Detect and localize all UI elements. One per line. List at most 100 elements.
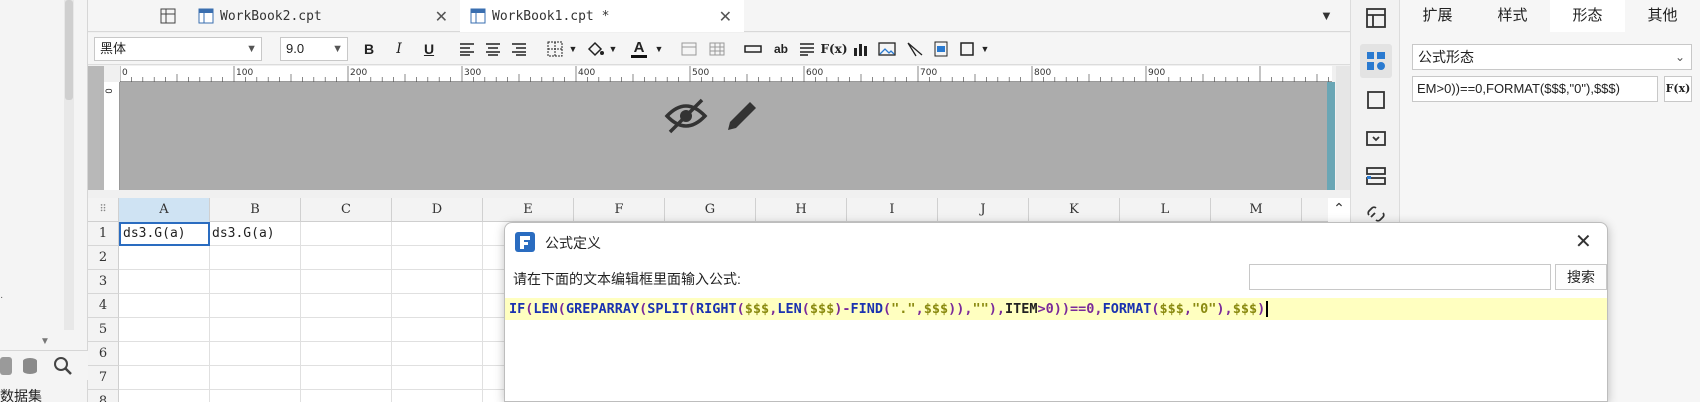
- slash-cell-icon[interactable]: [904, 38, 926, 60]
- cell-d1[interactable]: [392, 222, 483, 246]
- column-header-k[interactable]: K: [1029, 198, 1120, 222]
- text-icon[interactable]: ab: [770, 38, 792, 60]
- cell-c1[interactable]: [301, 222, 392, 246]
- cell-b8[interactable]: [210, 390, 301, 402]
- cell-c7[interactable]: [301, 366, 392, 390]
- column-header-b[interactable]: B: [210, 198, 301, 222]
- cell-d3[interactable]: [392, 270, 483, 294]
- chevron-down-icon[interactable]: ▼: [974, 38, 996, 60]
- chevron-down-icon[interactable]: ▼: [562, 38, 584, 60]
- cell-element-icon[interactable]: [1364, 6, 1388, 30]
- cell-c5[interactable]: [301, 318, 392, 342]
- cell-b1[interactable]: ds3.G(a): [210, 222, 301, 246]
- chart-icon[interactable]: [850, 38, 872, 60]
- tab-list-icon[interactable]: ▼: [1320, 8, 1333, 23]
- row-header-3[interactable]: 3: [88, 270, 119, 294]
- cell-a1[interactable]: ds3.G(a): [119, 222, 210, 246]
- grid-icon[interactable]: [160, 8, 176, 24]
- column-header-j[interactable]: J: [938, 198, 1029, 222]
- font-family-select[interactable]: 黑体 ▼: [94, 37, 262, 61]
- cell-b7[interactable]: [210, 366, 301, 390]
- cell-d4[interactable]: [392, 294, 483, 318]
- row-header-1[interactable]: 1: [88, 222, 119, 246]
- search-icon[interactable]: [52, 355, 74, 377]
- column-header-e[interactable]: E: [483, 198, 574, 222]
- column-header-g[interactable]: G: [665, 198, 756, 222]
- cell-b2[interactable]: [210, 246, 301, 270]
- dialog-titlebar[interactable]: 公式定义 ✕: [505, 223, 1607, 261]
- row-header-7[interactable]: 7: [88, 366, 119, 390]
- underline-button[interactable]: U: [418, 38, 440, 60]
- design-scrollbar[interactable]: [1336, 66, 1350, 190]
- tab-style[interactable]: 样式: [1475, 0, 1550, 32]
- paragraph-icon[interactable]: [796, 38, 818, 60]
- font-color-icon[interactable]: A: [628, 38, 650, 60]
- shape-formula-input[interactable]: EM>0))==0,FORMAT($$$,"0"),$$$): [1412, 76, 1658, 102]
- row-header-4[interactable]: 4: [88, 294, 119, 318]
- column-header-i[interactable]: I: [847, 198, 938, 222]
- cell-b5[interactable]: [210, 318, 301, 342]
- cell-a5[interactable]: [119, 318, 210, 342]
- cell-a6[interactable]: [119, 342, 210, 366]
- column-header-f[interactable]: F: [574, 198, 665, 222]
- column-header-a[interactable]: A: [119, 198, 210, 222]
- cell-d5[interactable]: [392, 318, 483, 342]
- condition-attribute-icon[interactable]: [1364, 164, 1388, 188]
- column-header-d[interactable]: D: [392, 198, 483, 222]
- column-header-l[interactable]: L: [1120, 198, 1211, 222]
- row-header-6[interactable]: 6: [88, 342, 119, 366]
- cell-d2[interactable]: [392, 246, 483, 270]
- sub-report-icon[interactable]: [930, 38, 952, 60]
- left-splitter-arrow[interactable]: ▼: [40, 336, 60, 350]
- tab-expand[interactable]: 扩展: [1400, 0, 1475, 32]
- cell-d6[interactable]: [392, 342, 483, 366]
- select-all-corner[interactable]: ⠿: [88, 198, 119, 222]
- scroll-up-icon[interactable]: ⌃: [1330, 200, 1348, 220]
- italic-button[interactable]: I: [388, 38, 410, 60]
- column-header-c[interactable]: C: [301, 198, 392, 222]
- cell-c6[interactable]: [301, 342, 392, 366]
- merge-cells-icon[interactable]: [678, 38, 700, 60]
- bold-button[interactable]: B: [358, 38, 380, 60]
- column-header-m[interactable]: M: [1211, 198, 1302, 222]
- left-panel-scrollbar[interactable]: [64, 0, 74, 330]
- split-cells-icon[interactable]: [706, 38, 728, 60]
- edit-pencil-icon[interactable]: [722, 96, 762, 136]
- widget-settings-icon[interactable]: [1364, 88, 1388, 112]
- row-header-8[interactable]: 8: [88, 390, 119, 402]
- scroll-thumb[interactable]: [65, 0, 73, 100]
- tab-workbook1[interactable]: WorkBook1.cpt * ✕: [460, 0, 744, 32]
- cell-c4[interactable]: [301, 294, 392, 318]
- cell-a3[interactable]: [119, 270, 210, 294]
- tab-other[interactable]: 其他: [1625, 0, 1700, 32]
- hide-eye-icon[interactable]: [664, 96, 708, 136]
- cell-b3[interactable]: [210, 270, 301, 294]
- cell-c2[interactable]: [301, 246, 392, 270]
- cell-a2[interactable]: [119, 246, 210, 270]
- shape-type-select[interactable]: 公式形态 ⌄: [1412, 44, 1692, 70]
- cell-d8[interactable]: [392, 390, 483, 402]
- close-icon[interactable]: ✕: [719, 7, 732, 26]
- cell-c3[interactable]: [301, 270, 392, 294]
- cell-a4[interactable]: [119, 294, 210, 318]
- dataset-tab-label[interactable]: 数据集: [0, 386, 42, 402]
- cell-a8[interactable]: [119, 390, 210, 402]
- edit-formula-button[interactable]: F(x): [1664, 76, 1692, 102]
- chevron-down-icon[interactable]: ▼: [648, 38, 670, 60]
- align-right-icon[interactable]: [508, 38, 530, 60]
- column-header-h[interactable]: H: [756, 198, 847, 222]
- formula-icon[interactable]: F(x): [820, 38, 847, 60]
- image-icon[interactable]: [876, 38, 898, 60]
- tab-workbook2[interactable]: WorkBook2.cpt ✕: [188, 0, 460, 32]
- dataset-icon-a[interactable]: [0, 357, 12, 375]
- cell-b4[interactable]: [210, 294, 301, 318]
- cell-a7[interactable]: [119, 366, 210, 390]
- database-icon[interactable]: [20, 356, 44, 376]
- formula-editor[interactable]: IF(LEN(GREPARRAY(SPLIT(RIGHT($$$,LEN($$$…: [505, 298, 1607, 320]
- cell-attribute-icon[interactable]: [1360, 44, 1392, 78]
- cell-c8[interactable]: [301, 390, 392, 402]
- row-header-5[interactable]: 5: [88, 318, 119, 342]
- close-icon[interactable]: ✕: [435, 7, 448, 26]
- chevron-down-icon[interactable]: ▼: [602, 38, 624, 60]
- insert-row-icon[interactable]: [742, 38, 764, 60]
